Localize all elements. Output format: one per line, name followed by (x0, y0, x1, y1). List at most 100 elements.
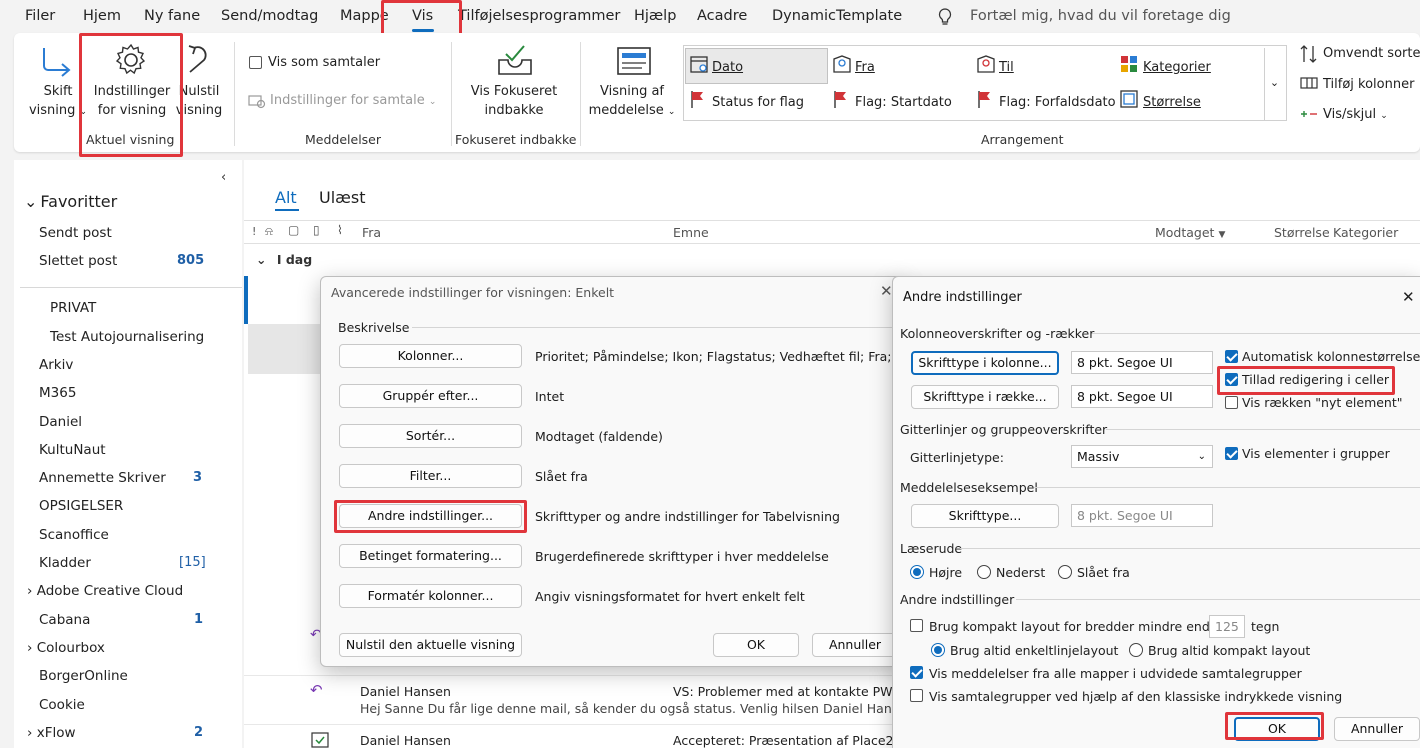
folder-item[interactable]: Arkiv (39, 357, 73, 373)
advanced-cancel-button[interactable]: Annuller (812, 633, 898, 657)
view-settings-button[interactable]: Indstillinger for visning (90, 82, 174, 120)
column-size[interactable]: Størrelse (1274, 225, 1330, 240)
allow-edit-cells-checkbox[interactable] (1225, 373, 1238, 386)
menu-view[interactable]: Vis (412, 8, 433, 24)
folder-item[interactable]: › Adobe Creative Cloud (27, 583, 183, 599)
folder-item[interactable]: › Colourbox (27, 640, 105, 656)
columns-button[interactable]: Kolonner... (339, 344, 522, 368)
close-icon[interactable]: ✕ (1402, 288, 1415, 306)
arrange-by-from[interactable]: Fra (855, 60, 875, 75)
arrange-by-flag-status[interactable]: Status for flag (712, 95, 804, 110)
arrange-by-date[interactable]: Dato (712, 60, 743, 75)
show-hide-button[interactable]: Vis/skjul ⌄ (1323, 107, 1388, 122)
folder-item[interactable]: Annemette Skriver (39, 470, 166, 486)
arrange-by-categories[interactable]: Kategorier (1143, 60, 1211, 75)
reminder-column-icon[interactable]: ⍾ (265, 224, 273, 239)
conversation-settings-button[interactable]: Indstillinger for samtale ⌄ (270, 93, 436, 108)
sort-button[interactable]: Sortér... (339, 424, 522, 448)
reading-off-radio[interactable] (1058, 565, 1072, 579)
folder-item[interactable]: KultuNaut (39, 442, 106, 458)
tell-me-search[interactable]: Fortæl mig, hvad du vil foretage dig (970, 8, 1231, 24)
show-as-conversations-checkbox[interactable] (249, 56, 262, 69)
menu-file[interactable]: Filer (25, 8, 55, 24)
menu-help[interactable]: Hjælp (634, 8, 676, 24)
column-received[interactable]: Modtaget ▼ (1155, 225, 1225, 240)
preview-font-button[interactable]: Skrifttype... (911, 504, 1059, 528)
folder-item[interactable]: › xFlow (27, 725, 76, 741)
menu-home[interactable]: Hjem (83, 8, 121, 24)
group-label-focused: Fokuseret indbakke (455, 132, 577, 147)
reverse-sort-button[interactable]: Omvendt sorter (1323, 46, 1420, 61)
menu-addins[interactable]: Tilføjelsesprogrammer (458, 8, 620, 24)
auto-column-size-checkbox[interactable] (1225, 350, 1238, 363)
other-settings-button[interactable]: Andre indstillinger... (339, 504, 522, 528)
arrange-by-flag-due[interactable]: Flag: Forfaldsdato (999, 95, 1116, 110)
attachment-column-icon[interactable]: ⌇ (337, 223, 343, 237)
mail-subject[interactable]: Accepteret: Præsentation af Place2Bo (673, 733, 910, 748)
menu-folder[interactable]: Mappe (340, 8, 389, 24)
folder-item[interactable]: M365 (39, 385, 76, 401)
divider (20, 287, 242, 288)
other-cancel-button[interactable]: Annuller (1334, 717, 1420, 741)
single-line-radio[interactable] (931, 643, 945, 657)
mail-sender[interactable]: Daniel Hansen (360, 733, 451, 748)
gallery-expand-button[interactable]: ⌄ (1264, 48, 1284, 120)
show-new-item-row-checkbox[interactable] (1225, 396, 1238, 409)
advanced-ok-button[interactable]: OK (713, 633, 799, 657)
grid-type-select[interactable]: Massiv ⌄ (1071, 445, 1213, 468)
group-today[interactable]: ⌄ I dag (256, 252, 312, 267)
column-subject[interactable]: Emne (673, 225, 709, 240)
arrange-by-to[interactable]: Til (999, 60, 1014, 75)
document-column-icon[interactable]: ▯ (313, 223, 320, 237)
font-rows-button[interactable]: Skrifttype i række... (911, 385, 1059, 409)
message-preview-button[interactable]: Visning af meddelelse ⌄ (586, 82, 678, 122)
menu-dynamictemplate[interactable]: DynamicTemplate (772, 8, 902, 24)
folder-item[interactable]: PRIVAT (50, 300, 96, 316)
favorites-header[interactable]: ⌄ Favoritter (24, 192, 117, 211)
folder-item[interactable]: Scanoffice (39, 527, 109, 543)
folder-item[interactable]: Daniel (39, 414, 82, 430)
classic-indent-checkbox[interactable] (910, 689, 923, 702)
column-categories[interactable]: Kategorier (1333, 225, 1398, 240)
folder-item[interactable]: Slettet post (39, 253, 117, 269)
show-all-folders-checkbox[interactable] (910, 666, 923, 679)
column-from[interactable]: Fra (362, 225, 381, 240)
font-columns-button[interactable]: Skrifttype i kolonne... (911, 351, 1059, 375)
conditional-formatting-button[interactable]: Betinget formatering... (339, 544, 522, 568)
icon-column-icon[interactable]: ▢ (288, 223, 299, 237)
folder-item[interactable]: BorgerOnline (39, 668, 128, 684)
group-by-button[interactable]: Gruppér efter... (339, 384, 522, 408)
folder-item[interactable]: Cabana (39, 612, 90, 628)
importance-column-icon[interactable]: ! (252, 225, 256, 238)
show-focused-inbox-button[interactable]: Vis Fokuseret indbakke (466, 82, 562, 120)
always-compact-radio[interactable] (1129, 643, 1143, 657)
collapse-pane-icon[interactable]: ‹ (221, 170, 226, 185)
menu-acadre[interactable]: Acadre (697, 8, 747, 24)
tab-all[interactable]: Alt (275, 188, 297, 207)
arrange-by-flag-start[interactable]: Flag: Startdato (855, 95, 952, 110)
mail-subject[interactable]: VS: Problemer med at kontakte PWS (673, 684, 900, 699)
arrange-by-size[interactable]: Størrelse (1143, 95, 1201, 110)
reset-view-button[interactable]: Nulstil visning (174, 82, 224, 120)
folder-item[interactable]: Test Autojournalisering (50, 329, 204, 345)
reset-current-view-button[interactable]: Nulstil den aktuelle visning (339, 633, 522, 657)
reading-right-radio[interactable] (910, 565, 924, 579)
format-columns-button[interactable]: Formatér kolonner... (339, 584, 522, 608)
folder-item[interactable]: Kladder (39, 555, 91, 571)
tab-unread[interactable]: Ulæst (319, 188, 365, 207)
add-columns-button[interactable]: Tilføj kolonner (1323, 77, 1414, 92)
compact-width-field[interactable]: 125 (1209, 615, 1245, 638)
menu-send-receive[interactable]: Send/modtag (221, 8, 318, 24)
change-view-button[interactable]: Skift visning ⌄ (28, 82, 88, 122)
menu-new-tab[interactable]: Ny fane (144, 8, 200, 24)
filter-button[interactable]: Filter... (339, 464, 522, 488)
compact-layout-checkbox[interactable] (910, 619, 923, 632)
show-in-groups-checkbox[interactable] (1225, 447, 1238, 460)
mail-sender[interactable]: Daniel Hansen (360, 684, 451, 699)
folder-item[interactable]: Cookie (39, 697, 85, 713)
folder-item[interactable]: Sendt post (39, 225, 112, 241)
reading-bottom-radio[interactable] (977, 565, 991, 579)
close-icon[interactable]: ✕ (880, 282, 893, 300)
folder-item[interactable]: OPSIGELSER (39, 498, 123, 514)
other-ok-button[interactable]: OK (1234, 717, 1320, 741)
